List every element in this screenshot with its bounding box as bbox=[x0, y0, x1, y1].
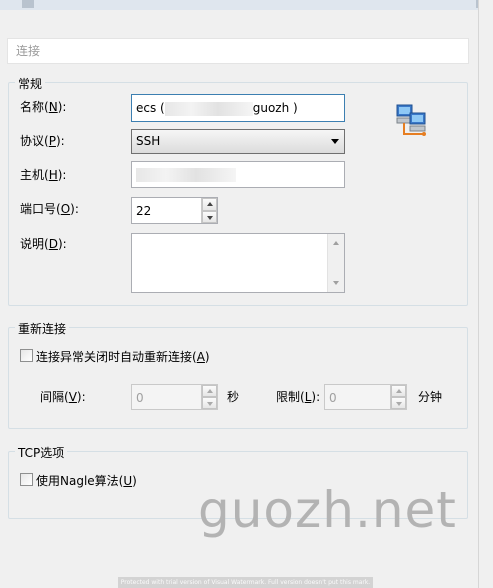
port-label: 端口号(O): bbox=[20, 202, 79, 216]
redacted-segment bbox=[136, 167, 236, 182]
limit-stepper[interactable]: 0 bbox=[324, 384, 407, 410]
up-arrow-icon bbox=[207, 202, 213, 206]
host-label: 主机(H): bbox=[20, 168, 67, 182]
interval-label: 间隔(V): bbox=[40, 390, 86, 404]
network-computers-icon bbox=[394, 103, 430, 137]
port-increment-button[interactable] bbox=[202, 198, 217, 211]
interval-value: 0 bbox=[136, 391, 144, 405]
name-input[interactable]: ecs ( guozh ) bbox=[131, 94, 345, 122]
nagle-label[interactable]: 使用Nagle算法(U) bbox=[36, 472, 137, 489]
limit-decrement-button[interactable] bbox=[391, 397, 406, 409]
limit-label: 限制(L): bbox=[276, 390, 321, 404]
nagle-checkbox[interactable] bbox=[20, 473, 33, 486]
name-label: 名称(N): bbox=[20, 100, 67, 114]
name-value-prefix: ecs ( bbox=[136, 101, 165, 115]
protocol-value: SSH bbox=[136, 134, 161, 148]
interval-spin-buttons bbox=[201, 385, 217, 409]
scroll-up-icon[interactable] bbox=[333, 241, 339, 245]
interval-increment-button[interactable] bbox=[202, 385, 217, 397]
down-arrow-icon bbox=[207, 215, 213, 220]
auto-reconnect-checkbox[interactable] bbox=[20, 349, 33, 362]
down-arrow-icon bbox=[396, 402, 402, 406]
reconnect-group-legend: 重新连接 bbox=[15, 320, 70, 337]
host-input[interactable] bbox=[131, 161, 345, 188]
top-strip-block bbox=[22, 0, 34, 8]
interval-stepper[interactable]: 0 bbox=[131, 384, 218, 410]
interval-unit: 秒 bbox=[227, 390, 240, 404]
up-arrow-icon bbox=[207, 389, 213, 393]
description-label: 说明(D): bbox=[20, 237, 67, 251]
auto-reconnect-label[interactable]: 连接异常关闭时自动重新连接(A) bbox=[36, 348, 210, 365]
limit-spin-buttons bbox=[390, 385, 406, 409]
description-textarea[interactable] bbox=[131, 233, 345, 293]
watermark-text: guozh.net bbox=[198, 481, 457, 539]
general-group-legend: 常规 bbox=[15, 75, 46, 92]
port-decrement-button[interactable] bbox=[202, 210, 217, 223]
trial-watermark-footer: Protected with trial version of Visual W… bbox=[118, 577, 373, 588]
port-stepper[interactable]: 22 bbox=[131, 197, 218, 224]
down-arrow-icon bbox=[207, 402, 213, 406]
chevron-down-icon bbox=[331, 139, 339, 144]
limit-value: 0 bbox=[329, 391, 337, 405]
scroll-down-icon[interactable] bbox=[333, 281, 339, 285]
limit-increment-button[interactable] bbox=[391, 385, 406, 397]
window-top-strip bbox=[0, 0, 493, 10]
redacted-segment bbox=[164, 101, 253, 116]
up-arrow-icon bbox=[396, 389, 402, 393]
protocol-select[interactable]: SSH bbox=[131, 129, 345, 154]
limit-unit: 分钟 bbox=[418, 390, 443, 404]
window-right-edge bbox=[478, 0, 493, 588]
tcp-group-legend: TCP选项 bbox=[15, 444, 68, 461]
name-value-suffix: guozh ) bbox=[252, 101, 298, 115]
port-spin-buttons bbox=[201, 198, 217, 223]
reconnect-group: 重新连接 bbox=[8, 320, 468, 429]
breadcrumb: 连接 bbox=[7, 38, 469, 64]
description-scrollbar[interactable] bbox=[327, 234, 344, 292]
port-value: 22 bbox=[136, 204, 152, 218]
interval-decrement-button[interactable] bbox=[202, 397, 217, 409]
protocol-label: 协议(P): bbox=[20, 134, 65, 148]
